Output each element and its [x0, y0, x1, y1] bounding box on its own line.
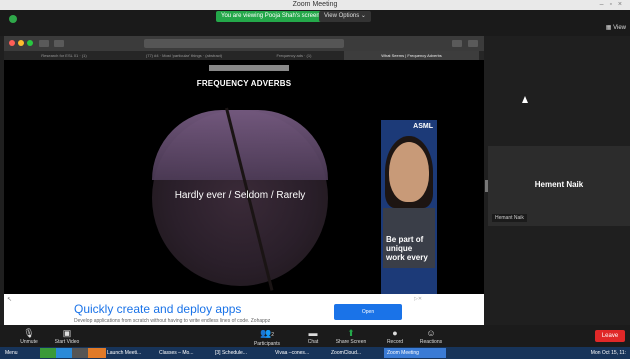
security-shield-icon[interactable] — [9, 15, 17, 23]
tab[interactable]: Frequency ads · (1) — [244, 51, 344, 60]
start-video-button[interactable]: ▣ Start Video — [50, 327, 84, 345]
ad-open-button[interactable]: Open — [334, 304, 402, 320]
microphone-muted-icon: 🎙 — [23, 328, 35, 338]
participant-name-tag: Hemant Naik — [492, 214, 527, 222]
close-dot-icon[interactable] — [9, 40, 15, 46]
viewing-banner: You are viewing Pooja Shah's screen — [216, 11, 325, 22]
share-screen-label: Share Screen — [335, 339, 367, 345]
participant-name: Hement Naik — [534, 180, 584, 189]
reactions-button[interactable]: ☺ Reactions — [414, 327, 448, 345]
record-button[interactable]: ● Record — [378, 327, 412, 345]
participants-icon: 👥2 — [260, 328, 274, 338]
record-icon: ● — [392, 328, 398, 338]
zoom-top-strip: You are viewing Pooja Shah's screen View… — [0, 10, 630, 36]
ad-brand: ASML — [413, 123, 433, 130]
tab[interactable]: (77) #4 · Most 'particular' things · (ab… — [124, 51, 244, 60]
view-button-label: View — [613, 25, 626, 31]
window-title-bar: Zoom Meeting – ▫ × — [0, 0, 630, 10]
taskbar-clock: Mon Oct 15, 11: — [590, 350, 626, 356]
meeting-controls: 🎙 Unmute ▣ Start Video 👥2 Participants ▬ Cha… — [0, 325, 630, 347]
footer-advertisement[interactable]: ↖ Quickly create and deploy apps Develop… — [4, 294, 484, 325]
new-tab-icon[interactable] — [468, 40, 478, 47]
ad-headline[interactable]: Quickly create and deploy apps — [74, 302, 241, 316]
view-options-button[interactable]: View Options ⌄ — [319, 11, 371, 22]
web-page: FREQUENCY ADVERBS Hardly ever / Seldom /… — [4, 60, 484, 325]
sidebar-toggle-icon[interactable] — [39, 40, 49, 47]
slide-title: FREQUENCY ADVERBS — [196, 79, 292, 88]
participants-button[interactable]: 👥2 Participants — [250, 327, 284, 347]
chat-label: Chat — [307, 339, 319, 345]
chat-icon: ▬ — [308, 328, 318, 338]
taskbar-item[interactable]: Vivaa –cones... — [272, 348, 332, 358]
taskbar-item-active[interactable]: Zoom Meeting — [384, 348, 446, 358]
shared-screen: Research for ESL 01 · (1) (77) #4 · Most… — [4, 36, 484, 325]
leave-button[interactable]: Leave — [595, 330, 625, 342]
reactions-label: Reactions — [419, 339, 443, 345]
maximize-dot-icon[interactable] — [27, 40, 33, 46]
window-title: Zoom Meeting — [292, 1, 338, 8]
ad-choices-icon[interactable]: ▷✕ — [414, 296, 422, 302]
start-video-label: Start Video — [54, 339, 80, 345]
video-off-icon: ▣ — [62, 328, 72, 338]
side-advertisement[interactable]: ASML Be part of unique work every — [381, 120, 437, 305]
url-bar[interactable] — [144, 39, 344, 48]
ad-photo-face — [389, 142, 429, 202]
tab-active[interactable]: What Seems | Frequency Adverbs — [344, 51, 479, 60]
participants-count: 2 — [271, 332, 274, 338]
os-taskbar: Menu Launch Meeti... Classes – Mo... [3]… — [0, 347, 630, 359]
ad-info-icon[interactable]: ↖ — [7, 296, 12, 303]
tab[interactable]: Research for ESL 01 · (1) — [4, 51, 124, 60]
minimize-dot-icon[interactable] — [18, 40, 24, 46]
view-button[interactable]: ▦ View — [606, 24, 626, 31]
browser-tabs: Research for ESL 01 · (1) (77) #4 · Most… — [4, 51, 484, 60]
reactions-icon: ☺ — [426, 328, 436, 338]
window-controls[interactable]: – ▫ × — [600, 0, 624, 10]
taskbar-item[interactable]: [3] Schedule... — [212, 348, 276, 358]
back-icon[interactable] — [54, 40, 64, 47]
share-icon[interactable] — [452, 40, 462, 47]
taskbar-item[interactable]: Classes – Mo... — [156, 348, 216, 358]
share-screen-icon: ⬆ — [347, 328, 355, 338]
share-screen-button[interactable]: ⬆ Share Screen — [334, 327, 368, 345]
taskbar-menu[interactable]: Menu — [2, 348, 44, 358]
top-banner-image — [209, 65, 289, 71]
ad-text: Be part of unique work every — [386, 235, 428, 262]
chat-button[interactable]: ▬ Chat — [296, 327, 330, 345]
slide-center-text: Hardly ever / Seldom / Rarely — [174, 190, 306, 201]
taskbar-item[interactable]: ZoomCloud... — [328, 348, 388, 358]
unmute-label: Unmute — [20, 339, 38, 345]
taskbar-item[interactable]: Launch Meeti... — [104, 348, 160, 358]
browser-toolbar — [4, 36, 484, 51]
mouse-cursor-icon — [522, 96, 528, 103]
record-label: Record — [386, 339, 404, 345]
participant-video-tile[interactable]: Hement Naik Hemant Naik — [488, 146, 630, 226]
ad-subtext: Develop applications from scratch withou… — [74, 318, 271, 324]
unmute-button[interactable]: 🎙 Unmute — [12, 327, 46, 345]
